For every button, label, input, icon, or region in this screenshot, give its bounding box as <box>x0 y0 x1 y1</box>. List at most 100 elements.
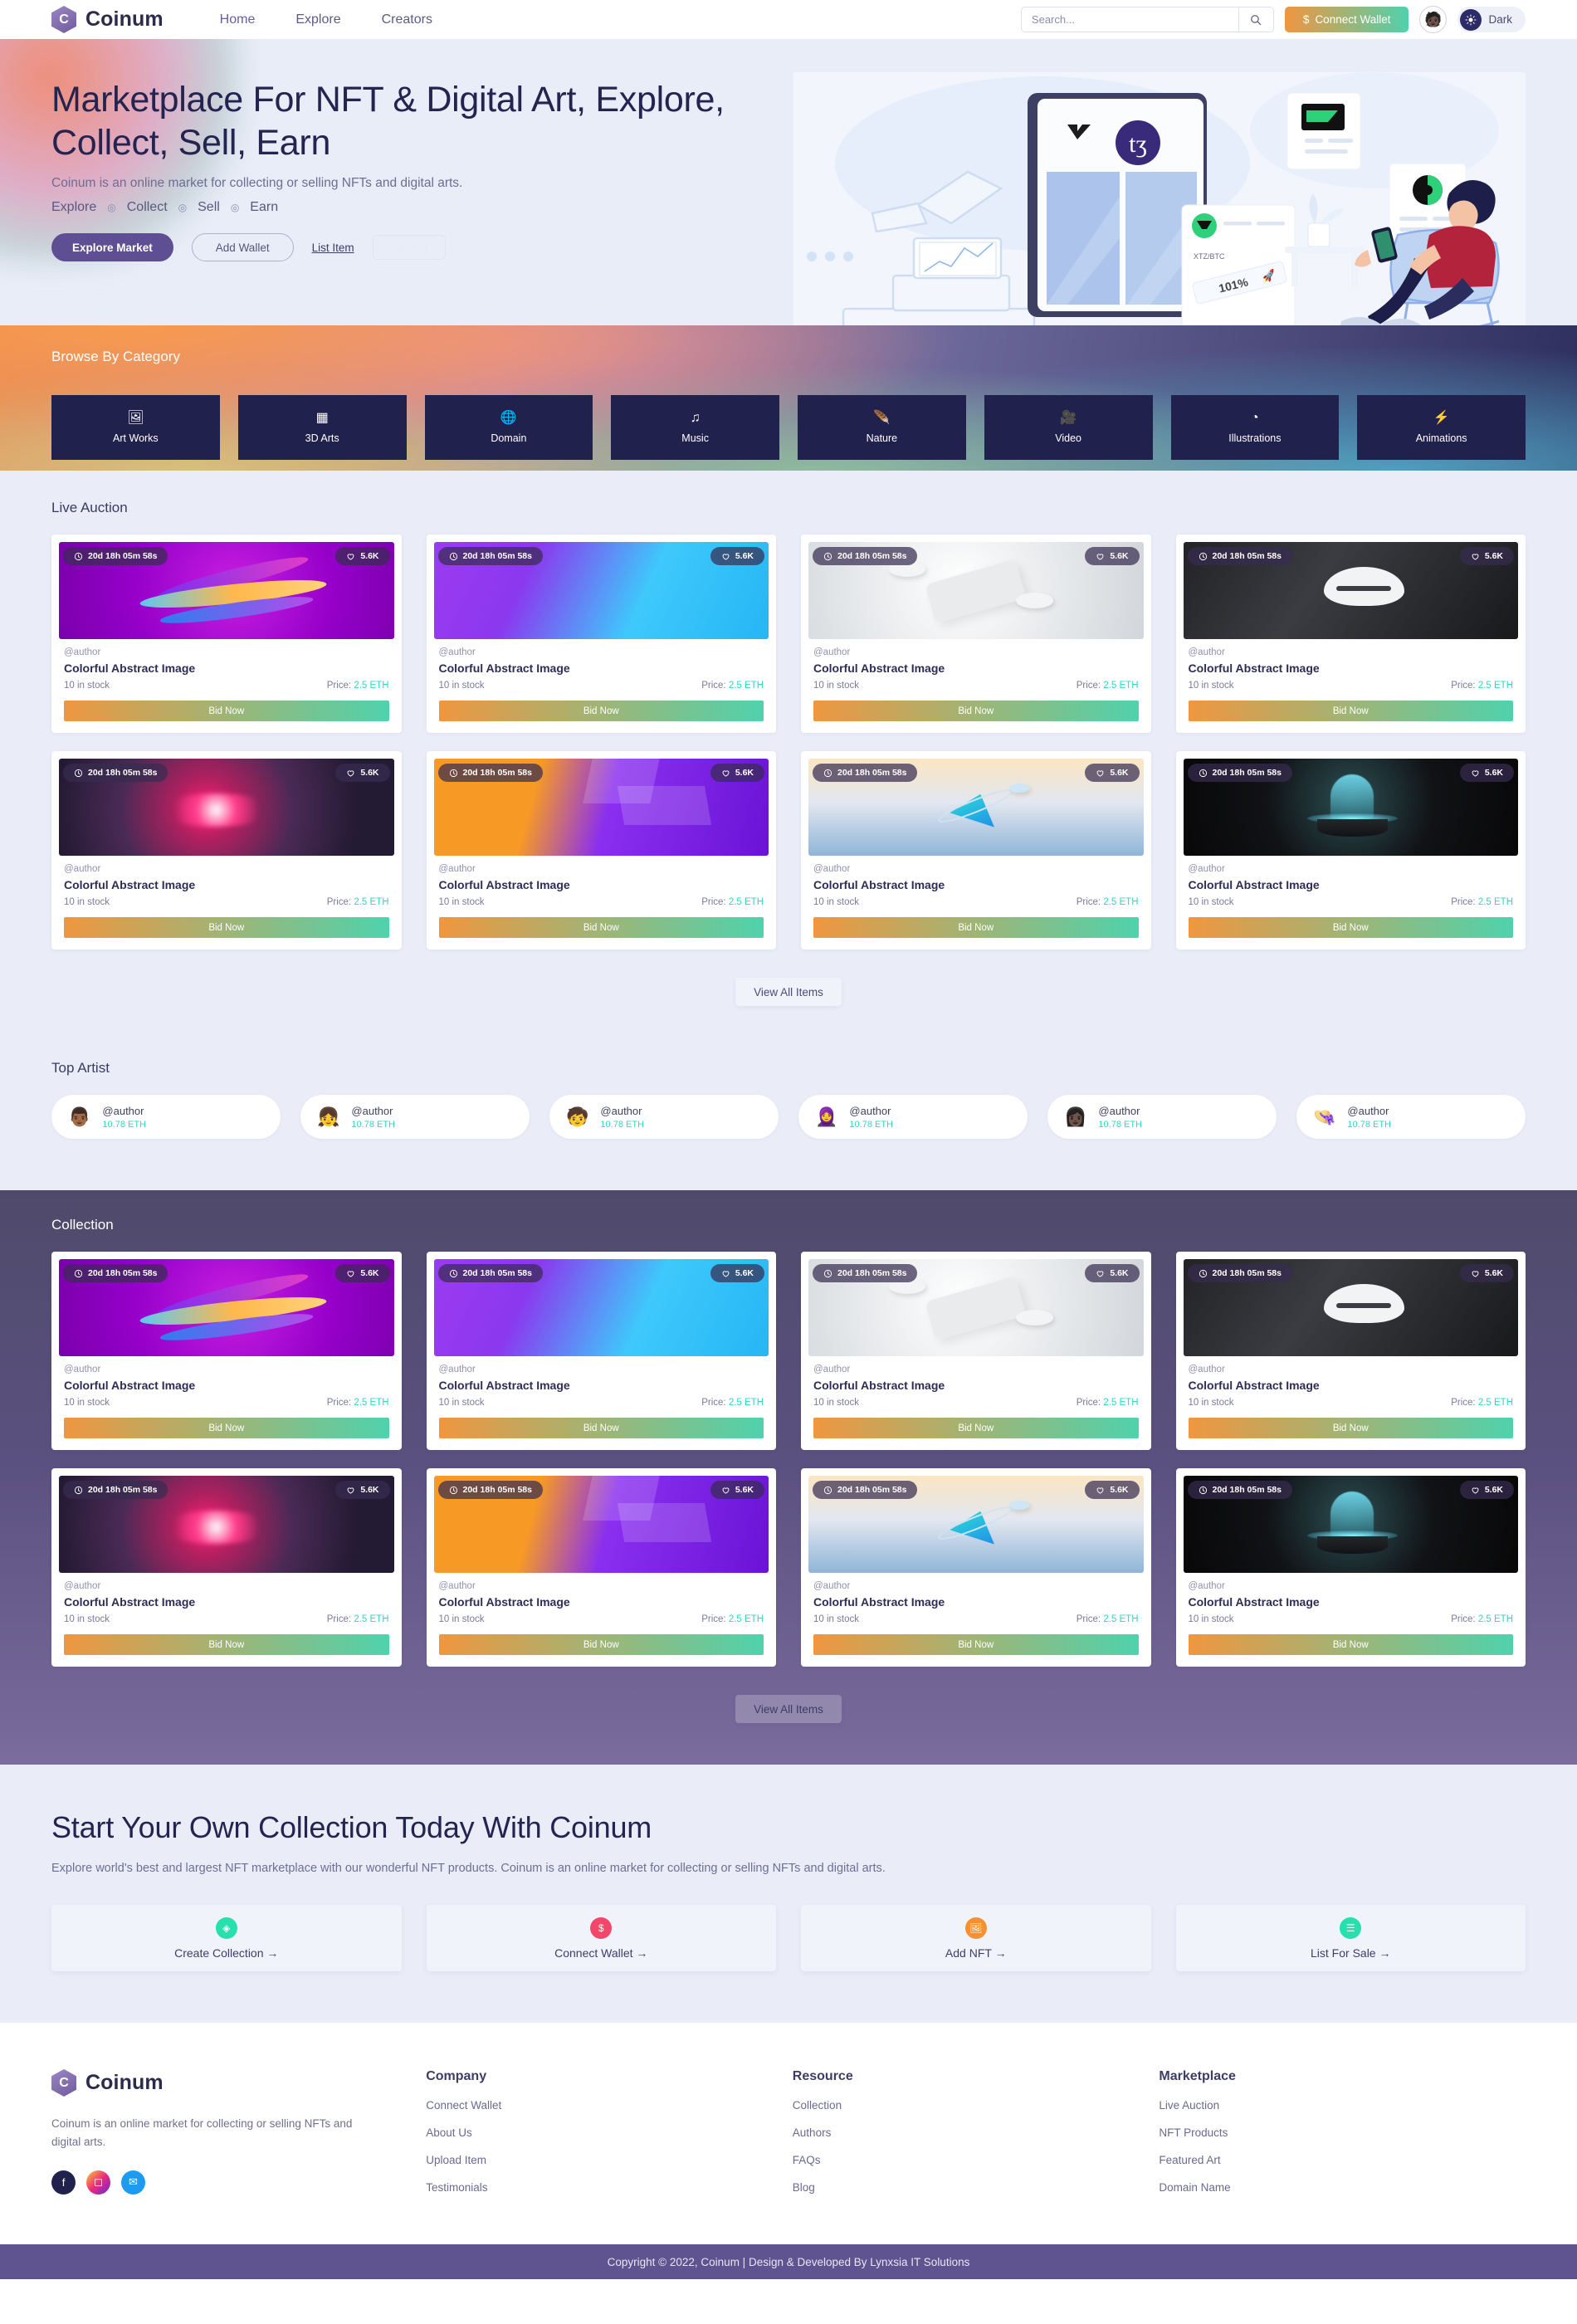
likes-badge[interactable]: 5.6K <box>335 1264 390 1282</box>
nft-card[interactable]: 20d 18h 05m 58s 5.6K @author Colorful Abstr… <box>1175 1252 1526 1450</box>
nft-card[interactable]: 20d 18h 05m 58s 5.6K @author Colorful Abstr… <box>51 535 402 733</box>
nft-card[interactable]: 20d 18h 05m 58s 5.6K @author Colorful Abstr… <box>426 751 776 950</box>
bid-now-button[interactable]: Bid Now <box>813 1418 1139 1438</box>
nft-card[interactable]: 20d 18h 05m 58s 5.6K @author Colorful Abstr… <box>51 1468 402 1667</box>
nft-author[interactable]: @author <box>64 1365 389 1374</box>
nft-author[interactable]: @author <box>64 1581 389 1591</box>
nft-card[interactable]: 20d 18h 05m 58s 5.6K @author Colorful Abstr… <box>426 1252 776 1450</box>
category-item-video[interactable]: 🎥 Video <box>984 395 1153 460</box>
explore-market-button[interactable]: Explore Market <box>51 233 173 262</box>
search-input[interactable] <box>1021 7 1238 32</box>
bid-now-button[interactable]: Bid Now <box>438 1418 764 1438</box>
footer-link[interactable]: Connect Wallet <box>426 2099 501 2112</box>
footer-link[interactable]: Live Auction <box>1159 2099 1219 2112</box>
nft-author[interactable]: @author <box>813 864 1139 874</box>
nft-card[interactable]: 20d 18h 05m 58s 5.6K @author Colorful Abstr… <box>1175 1468 1526 1667</box>
cta-card[interactable]: $ Connect Wallet → <box>426 1905 776 1971</box>
view-all-items-button-live[interactable]: View All Items <box>735 978 842 1006</box>
artist-card[interactable]: 👒 @author 10.78 ETH <box>1296 1095 1526 1139</box>
brand-logo[interactable]: C Coinum <box>51 6 164 33</box>
artist-card[interactable]: 🧕 @author 10.78 ETH <box>798 1095 1028 1139</box>
category-item-domain[interactable]: 🌐 Domain <box>424 395 593 460</box>
likes-badge[interactable]: 5.6K <box>1459 547 1514 565</box>
category-item-music[interactable]: ♫ Music <box>611 395 779 460</box>
nav-item-home[interactable]: Home <box>220 12 256 27</box>
likes-badge[interactable]: 5.6K <box>1085 1264 1140 1282</box>
nav-item-explore[interactable]: Explore <box>295 12 340 27</box>
nft-card[interactable]: 20d 18h 05m 58s 5.6K @author Colorful Abstr… <box>51 1252 402 1450</box>
footer-link[interactable]: Featured Art <box>1159 2154 1220 2166</box>
bid-now-button[interactable]: Bid Now <box>438 701 764 721</box>
artist-card[interactable]: 👧 @author 10.78 ETH <box>300 1095 530 1139</box>
nft-card[interactable]: 20d 18h 05m 58s 5.6K @author Colorful Abstr… <box>801 1468 1151 1667</box>
nft-author[interactable]: @author <box>1189 647 1514 657</box>
user-avatar[interactable]: 🧑🏿 <box>1419 6 1448 33</box>
bid-now-button[interactable]: Bid Now <box>64 917 389 938</box>
nft-card[interactable]: 20d 18h 05m 58s 5.6K @author Colorful Abstr… <box>1175 751 1526 950</box>
bid-now-button[interactable]: Bid Now <box>64 701 389 721</box>
view-all-items-button-collection[interactable]: View All Items <box>735 1695 842 1723</box>
likes-badge[interactable]: 5.6K <box>1459 1481 1514 1499</box>
nft-card[interactable]: 20d 18h 05m 58s 5.6K @author Colorful Abstr… <box>801 535 1151 733</box>
nft-author[interactable]: @author <box>813 1365 1139 1374</box>
nft-author[interactable]: @author <box>1189 1581 1514 1591</box>
footer-link[interactable]: Testimonials <box>426 2181 487 2194</box>
artist-card[interactable]: 👨🏾 @author 10.78 ETH <box>51 1095 281 1139</box>
category-item-nature[interactable]: 🪶 Nature <box>798 395 966 460</box>
nft-card[interactable]: 20d 18h 05m 58s 5.6K @author Colorful Abstr… <box>51 751 402 950</box>
likes-badge[interactable]: 5.6K <box>1459 1264 1514 1282</box>
footer-link[interactable]: Collection <box>793 2099 842 2112</box>
likes-badge[interactable]: 5.6K <box>335 547 390 565</box>
likes-badge[interactable]: 5.6K <box>1459 764 1514 782</box>
bid-now-button[interactable]: Bid Now <box>1188 917 1513 938</box>
nft-author[interactable]: @author <box>813 647 1139 657</box>
footer-link[interactable]: Authors <box>793 2126 832 2139</box>
nft-author[interactable]: @author <box>439 864 764 874</box>
nft-author[interactable]: @author <box>64 647 389 657</box>
bid-now-button[interactable]: Bid Now <box>813 701 1139 721</box>
search-button[interactable] <box>1238 7 1273 32</box>
bid-now-button[interactable]: Bid Now <box>438 917 764 938</box>
nft-card[interactable]: 20d 18h 05m 58s 5.6K @author Colorful Abstr… <box>1175 535 1526 733</box>
footer-link[interactable]: About Us <box>426 2126 472 2139</box>
nft-author[interactable]: @author <box>813 1581 1139 1591</box>
nft-author[interactable]: @author <box>1189 1365 1514 1374</box>
likes-badge[interactable]: 5.6K <box>1085 764 1140 782</box>
bid-now-button[interactable]: Bid Now <box>813 1634 1139 1655</box>
artist-card[interactable]: 👩🏿 @author 10.78 ETH <box>1047 1095 1277 1139</box>
bid-now-button[interactable]: Bid Now <box>438 1634 764 1655</box>
bid-now-button[interactable]: Bid Now <box>1188 1634 1513 1655</box>
footer-link[interactable]: Upload Item <box>426 2154 486 2166</box>
footer-link[interactable]: NFT Products <box>1159 2126 1228 2139</box>
nav-item-creators[interactable]: Creators <box>382 12 432 27</box>
bid-now-button[interactable]: Bid Now <box>1188 701 1513 721</box>
nft-card[interactable]: 20d 18h 05m 58s 5.6K @author Colorful Abstr… <box>801 751 1151 950</box>
connect-wallet-button[interactable]: $ Connect Wallet <box>1284 7 1409 32</box>
bid-now-button[interactable]: Bid Now <box>64 1634 389 1655</box>
twitter-icon[interactable]: ✉ <box>121 2170 145 2195</box>
footer-brand[interactable]: C Coinum <box>51 2069 426 2097</box>
artist-card[interactable]: 🧒 @author 10.78 ETH <box>549 1095 779 1139</box>
nft-author[interactable]: @author <box>64 864 389 874</box>
likes-badge[interactable]: 5.6K <box>335 1481 390 1499</box>
inverse-button[interactable]: Inverse <box>372 235 447 261</box>
category-item-3d-arts[interactable]: ▦ 3D Arts <box>237 395 407 460</box>
nft-card[interactable]: 20d 18h 05m 58s 5.6K @author Colorful Abstr… <box>426 1468 776 1667</box>
category-item-animations[interactable]: ⚡ Animations <box>1357 395 1526 460</box>
bid-now-button[interactable]: Bid Now <box>813 917 1139 938</box>
likes-badge[interactable]: 5.6K <box>1085 1481 1140 1499</box>
nft-card[interactable]: 20d 18h 05m 58s 5.6K @author Colorful Abstr… <box>801 1252 1151 1450</box>
likes-badge[interactable]: 5.6K <box>710 547 764 565</box>
nft-card[interactable]: 20d 18h 05m 58s 5.6K @author Colorful Abstr… <box>426 535 776 733</box>
likes-badge[interactable]: 5.6K <box>710 1264 764 1282</box>
dark-mode-toggle[interactable]: Dark <box>1457 7 1526 32</box>
category-item-illustrations[interactable]: ◔ Illustrations <box>1170 395 1340 460</box>
category-item-art-works[interactable]: 🖼 Art Works <box>51 395 220 460</box>
footer-link[interactable]: FAQs <box>793 2154 821 2166</box>
list-item-link[interactable]: List Item <box>312 242 354 254</box>
facebook-icon[interactable]: f <box>51 2170 76 2195</box>
cta-card[interactable]: ◈ Create Collection → <box>51 1905 402 1971</box>
cta-card[interactable]: 🖼 Add NFT → <box>801 1905 1151 1971</box>
bid-now-button[interactable]: Bid Now <box>64 1418 389 1438</box>
footer-link[interactable]: Domain Name <box>1159 2181 1230 2194</box>
